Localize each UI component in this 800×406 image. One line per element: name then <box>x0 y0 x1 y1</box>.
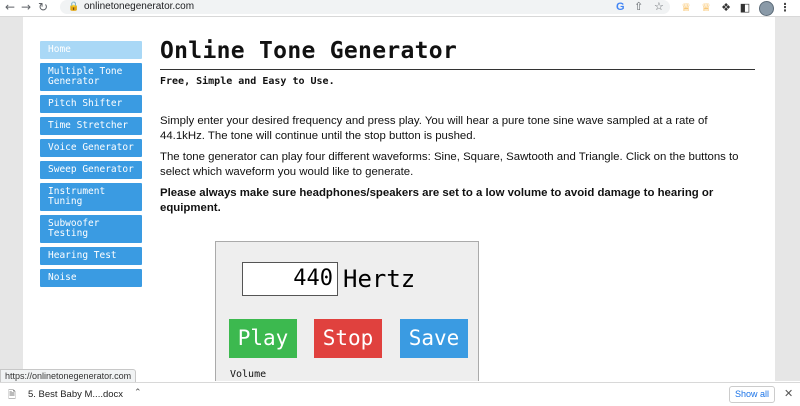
sidebar-item-hearing-test[interactable]: Hearing Test <box>40 247 142 265</box>
sidebar-item-voice-generator[interactable]: Voice Generator <box>40 139 142 157</box>
main-content: Online Tone Generator Free, Simple and E… <box>160 37 755 216</box>
save-button[interactable]: Save <box>400 319 468 358</box>
waveform-paragraph: The tone generator can play four differe… <box>160 151 739 178</box>
sidebar-item-instrument-tuning[interactable]: Instrument Tuning <box>40 183 142 211</box>
page-title: Online Tone Generator <box>160 38 458 64</box>
address-url[interactable]: onlinetonegenerator.com <box>84 0 194 14</box>
menu-kebab-icon[interactable]: ⋮ <box>779 1 791 14</box>
play-button[interactable]: Play <box>229 319 297 358</box>
extension-crown-icon-2[interactable]: ♕ <box>700 1 712 14</box>
page-subtitle: Free, Simple and Easy to Use. <box>160 76 335 87</box>
sidebar-item-subwoofer-testing[interactable]: Subwoofer Testing <box>40 215 142 243</box>
bookmark-star-icon[interactable]: ☆ <box>654 0 664 14</box>
browser-toolbar: ← → ↻ 🔒 onlinetonegenerator.com G ⇧ ☆ ♕ … <box>0 0 800 17</box>
sidebar-item-pitch-shifter[interactable]: Pitch Shifter <box>40 95 142 113</box>
stop-button[interactable]: Stop <box>314 319 382 358</box>
side-panel-icon[interactable]: ◧ <box>739 1 751 14</box>
tone-generator-panel: 440 Hertz Play Stop Save Volume <box>215 241 479 381</box>
chevron-up-icon[interactable]: ⌃ <box>134 388 142 398</box>
close-icon[interactable]: ✕ <box>784 387 793 400</box>
share-icon[interactable]: ⇧ <box>634 0 643 14</box>
show-all-button[interactable]: Show all <box>729 386 775 403</box>
document-icon: 🗎 <box>8 390 17 401</box>
sidebar-item-time-stretcher[interactable]: Time Stretcher <box>40 117 142 135</box>
sidebar-item-noise[interactable]: Noise <box>40 269 142 287</box>
download-bar: 🗎 5. Best Baby M....docx ⌃ Show all ✕ <box>0 382 800 406</box>
extensions-puzzle-icon[interactable]: ❖ <box>720 1 732 14</box>
frequency-unit: Hertz <box>343 265 416 293</box>
google-icon[interactable]: G <box>616 0 625 14</box>
volume-label: Volume <box>230 369 267 380</box>
title-divider <box>160 69 755 70</box>
back-arrow-icon[interactable]: ← <box>3 0 17 16</box>
sidebar-item-sweep-generator[interactable]: Sweep Generator <box>40 161 142 179</box>
intro-paragraph: Simply enter your desired frequency and … <box>160 115 708 142</box>
frequency-input[interactable]: 440 <box>242 262 338 296</box>
volume-warning: Please always make sure headphones/speak… <box>160 187 714 214</box>
profile-avatar[interactable] <box>759 1 774 16</box>
lock-icon[interactable]: 🔒 <box>68 1 79 13</box>
forward-arrow-icon[interactable]: → <box>19 0 33 16</box>
sidebar: Home Multiple Tone Generator Pitch Shift… <box>40 41 142 291</box>
address-bar[interactable]: 🔒 onlinetonegenerator.com G ⇧ ☆ <box>60 0 670 14</box>
reload-icon[interactable]: ↻ <box>36 0 50 16</box>
sidebar-item-home[interactable]: Home <box>40 41 142 59</box>
page-viewport: Home Multiple Tone Generator Pitch Shift… <box>0 17 800 381</box>
download-file-name[interactable]: 5. Best Baby M....docx <box>28 388 123 401</box>
extension-crown-icon[interactable]: ♕ <box>680 1 692 14</box>
sidebar-item-multiple-tone-generator[interactable]: Multiple Tone Generator <box>40 63 142 91</box>
